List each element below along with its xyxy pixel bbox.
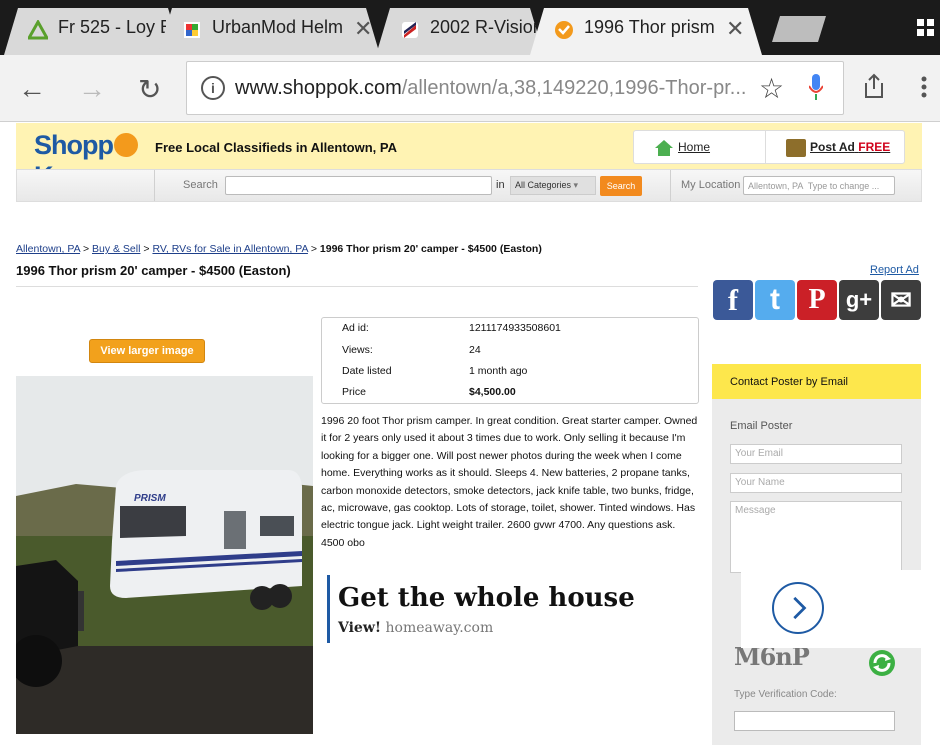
address-bar[interactable]: i www.shoppok.com/allentown/a,38,149220,…: [186, 61, 844, 115]
email-field[interactable]: Your Email: [730, 444, 902, 464]
overflow-menu-icon[interactable]: [920, 75, 928, 99]
site-logo[interactable]: ShoppK: [34, 130, 154, 191]
listing-photo[interactable]: PRISM: [16, 376, 313, 734]
share-icon[interactable]: [862, 73, 886, 99]
browser-tab[interactable]: UrbanMod Helmi ✕: [158, 8, 380, 55]
breadcrumb-link[interactable]: Allentown, PA: [16, 243, 80, 255]
colorful-square-icon: [182, 20, 202, 40]
site-tagline: Free Local Classifieds in Allentown, PA: [155, 140, 397, 155]
detail-row: Views: 24: [342, 344, 481, 356]
browser-tab-active[interactable]: 1996 Thor prism ✕: [530, 8, 762, 55]
forward-arrow-icon[interactable]: →: [78, 73, 106, 105]
refresh-icon[interactable]: [868, 649, 896, 677]
verification-label: Type Verification Code:: [734, 689, 837, 700]
header-buttons: Home Post Ad FREE: [633, 130, 905, 164]
ad-details-table: Ad id: 1211174933508601 Views: 24 Date lis…: [321, 317, 699, 404]
facebook-icon[interactable]: f: [713, 280, 753, 320]
breadcrumb: Allentown, PA > Buy & Sell > RV, RVs for…: [16, 243, 542, 255]
email-poster-label: Email Poster: [730, 420, 793, 432]
breadcrumb-current: 1996 Thor prism 20' camper - $4500 (East…: [319, 243, 542, 255]
google-plus-icon[interactable]: g+: [839, 280, 879, 320]
info-icon[interactable]: i: [201, 76, 225, 100]
detail-row: Ad id: 1211174933508601: [342, 322, 561, 334]
web-page: ShoppK Free Local Classifieds in Allento…: [0, 123, 940, 745]
in-label: in: [496, 179, 505, 191]
back-arrow-icon[interactable]: ←: [18, 73, 46, 105]
post-ad-icon: [786, 139, 806, 157]
verification-input[interactable]: [734, 711, 895, 731]
category-select[interactable]: All Categories ▾: [510, 176, 596, 195]
tab-title: 1996 Thor prism: [584, 17, 715, 37]
reload-icon[interactable]: ↻: [138, 73, 161, 106]
chevron-down-icon: ▾: [573, 180, 579, 190]
tab-title: Fr 525 - Loy B: [58, 17, 166, 37]
email-icon[interactable]: ✉: [881, 280, 921, 320]
ad-subline[interactable]: View! homeaway.com: [338, 620, 493, 636]
trailer-brand-text: PRISM: [134, 493, 166, 504]
microphone-icon[interactable]: [809, 74, 823, 102]
bookmark-star-icon[interactable]: ☆: [759, 72, 784, 105]
ad-overlay[interactable]: [741, 570, 940, 648]
view-larger-image-button[interactable]: View larger image: [89, 339, 205, 363]
browser-toolbar: ← → ↻ i www.shoppok.com/allentown/a,38,1…: [0, 55, 940, 122]
logo-badge-icon: [400, 20, 420, 40]
breadcrumb-link[interactable]: Buy & Sell: [92, 243, 140, 255]
location-label: My Location: [681, 179, 741, 191]
close-icon[interactable]: ✕: [354, 16, 372, 42]
search-button[interactable]: Search: [600, 176, 642, 196]
search-bar: Search in All Categories ▾ Search My Loc…: [16, 169, 922, 202]
page-title: 1996 Thor prism 20' camper - $4500 (East…: [16, 263, 291, 278]
close-icon[interactable]: ✕: [726, 16, 744, 42]
pinterest-icon[interactable]: P: [797, 280, 837, 320]
chevron-right-icon[interactable]: [772, 582, 824, 634]
url-text[interactable]: www.shoppok.com/allentown/a,38,149220,19…: [235, 77, 755, 100]
tab-title: UrbanMod Helmi: [212, 17, 344, 37]
home-link[interactable]: Home: [678, 131, 710, 163]
new-tab-button[interactable]: [772, 16, 826, 42]
contact-form: Contact Poster by Email Email Poster You…: [712, 364, 921, 745]
detail-row: Price $4,500.00: [342, 386, 516, 398]
message-field[interactable]: Message: [730, 501, 902, 573]
search-input[interactable]: [225, 176, 492, 195]
report-ad-link[interactable]: Report Ad: [870, 264, 919, 276]
detail-row: Date listed 1 month ago: [342, 365, 528, 377]
breadcrumb-link[interactable]: RV, RVs for Sale in Allentown, PA: [152, 243, 307, 255]
post-ad-link[interactable]: Post Ad FREE: [810, 131, 890, 163]
name-field[interactable]: Your Name: [730, 473, 902, 493]
ad-headline[interactable]: Get the whole house: [338, 583, 635, 613]
home-icon: [655, 140, 673, 156]
contact-header: Contact Poster by Email: [712, 364, 921, 399]
camper-photo: PRISM: [16, 376, 313, 734]
location-input[interactable]: [743, 176, 895, 195]
browser-tab[interactable]: Fr 525 - Loy B: [4, 8, 182, 55]
orange-badge-icon: [554, 20, 574, 40]
search-label: Search: [183, 179, 218, 191]
tab-title: 2002 R-Vision: [430, 17, 540, 37]
ad-accent-bar: [327, 575, 330, 643]
browser-tab[interactable]: 2002 R-Vision: [376, 8, 544, 55]
tab-strip: Fr 525 - Loy B UrbanMod Helmi ✕ 2002 R-V…: [0, 0, 940, 55]
twitter-icon[interactable]: t: [755, 280, 795, 320]
site-header: ShoppK Free Local Classifieds in Allento…: [16, 123, 922, 191]
green-triangle-icon: [28, 20, 48, 40]
listing-description: 1996 20 foot Thor prism camper. In great…: [321, 415, 698, 549]
divider: [16, 286, 698, 287]
tab-switcher-icon[interactable]: [917, 19, 935, 37]
